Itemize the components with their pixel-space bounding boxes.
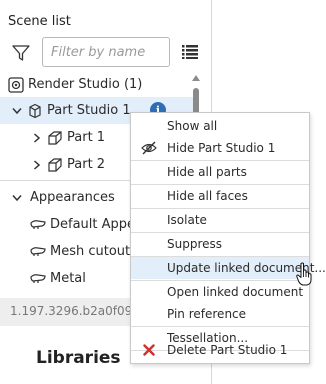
tree-item-label: Part 2 — [67, 157, 106, 172]
menu-item-label: Pin reference — [167, 307, 247, 321]
chevron-down-icon[interactable] — [10, 191, 24, 205]
part-icon — [47, 130, 63, 146]
tree-item-label: Part 1 — [67, 130, 106, 145]
menu-item-hide-all-parts[interactable]: Hide all parts — [131, 161, 309, 183]
menu-item-update-linked-document[interactable]: Update linked document... — [131, 257, 326, 279]
menu-item-label: Open linked document — [167, 285, 304, 299]
filter-input[interactable] — [43, 38, 169, 66]
menu-item-label: Isolate — [167, 213, 207, 227]
part-icon — [47, 157, 63, 173]
menu-item-label: Hide all parts — [167, 165, 247, 179]
menu-item-isolate[interactable]: Isolate — [131, 209, 309, 231]
delete-x-icon — [141, 342, 157, 358]
part-studio-icon — [27, 103, 43, 119]
menu-item-label: Show all — [167, 119, 218, 133]
menu-item-pin-reference[interactable]: Pin reference — [131, 303, 309, 325]
eye-slash-icon — [141, 140, 157, 156]
tree-item-label: Render Studio (1) — [28, 77, 143, 92]
scene-list-title: Scene list — [8, 14, 71, 29]
menu-item-show-all[interactable]: Show all — [131, 115, 309, 137]
appearance-icon — [30, 244, 46, 260]
menu-item-label: Hide all faces — [167, 189, 248, 203]
appearance-icon — [30, 271, 46, 287]
filter-input-box[interactable] — [42, 37, 170, 67]
menu-item-label: Delete Part Studio 1 — [167, 343, 288, 357]
filter-icon[interactable] — [12, 44, 30, 62]
libraries-heading: Libraries — [36, 348, 121, 368]
tree-item-label: Appearances — [30, 190, 115, 205]
menu-item-suppress[interactable]: Suppress — [131, 233, 309, 255]
menu-item-label: Suppress — [167, 237, 223, 251]
appearance-icon — [30, 217, 46, 233]
tree-item-render-studio[interactable]: Render Studio (1) — [0, 71, 198, 98]
tree-item-label: Part Studio 1 — [47, 103, 131, 118]
tree-item-label: Metal — [50, 271, 86, 286]
menu-item-hide-all-faces[interactable]: Hide all faces — [131, 185, 309, 207]
list-view-icon[interactable] — [182, 45, 198, 59]
chevron-right-icon[interactable] — [30, 158, 44, 172]
context-menu: Show all Hide Part Studio 1 Hide all par… — [130, 112, 326, 364]
render-studio-icon — [8, 76, 24, 93]
tree-item-label: Mesh cutout — [50, 244, 131, 259]
hand-pointer-cursor-icon — [296, 262, 312, 286]
menu-item-hide-part-studio[interactable]: Hide Part Studio 1 — [131, 137, 309, 159]
menu-item-delete-part-studio[interactable]: Delete Part Studio 1 — [131, 339, 309, 361]
menu-item-label: Hide Part Studio 1 — [167, 141, 276, 155]
scroll-up-arrow[interactable] — [192, 75, 200, 81]
chevron-right-icon[interactable] — [30, 131, 44, 145]
chevron-down-icon[interactable] — [10, 104, 24, 118]
menu-item-open-linked-document[interactable]: Open linked document — [131, 281, 309, 303]
